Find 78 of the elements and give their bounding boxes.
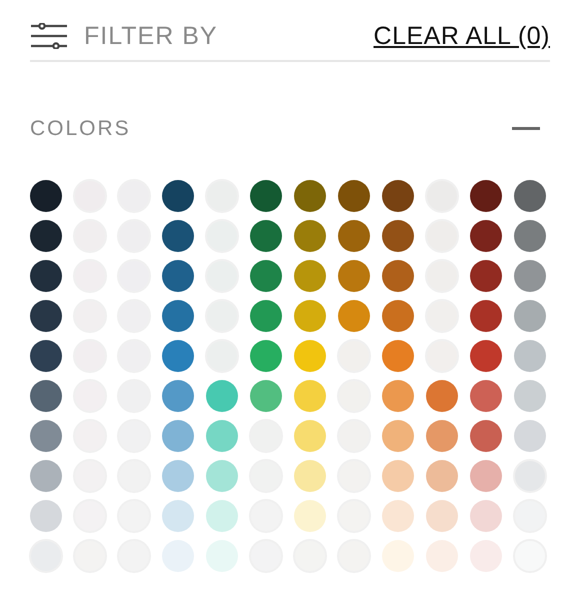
minus-icon [512,126,540,130]
color-swatch[interactable] [426,540,458,572]
color-swatch[interactable] [338,220,370,252]
color-swatch[interactable] [250,300,282,332]
color-swatch[interactable] [294,420,326,452]
color-swatch[interactable] [294,260,326,292]
color-swatch[interactable] [338,180,370,212]
color-swatch[interactable] [426,420,458,452]
color-swatch[interactable] [470,220,502,252]
color-swatch[interactable] [470,180,502,212]
color-swatch[interactable] [162,220,194,252]
color-swatch[interactable] [294,380,326,412]
color-swatch[interactable] [514,220,546,252]
color-swatch[interactable] [514,260,546,292]
color-swatch[interactable] [382,260,414,292]
color-swatch[interactable] [250,180,282,212]
color-swatch[interactable] [30,460,62,492]
color-swatch[interactable] [514,300,546,332]
color-swatch[interactable] [514,380,546,412]
color-swatch[interactable] [30,340,62,372]
color-swatch[interactable] [30,380,62,412]
filter-title: FILTER BY [84,24,218,48]
color-swatch[interactable] [294,500,326,532]
color-swatch[interactable] [162,300,194,332]
color-swatch[interactable] [470,500,502,532]
color-swatch[interactable] [294,460,326,492]
color-swatch[interactable] [470,460,502,492]
color-swatch[interactable] [30,500,62,532]
section-title: COLORS [30,118,131,138]
color-swatch[interactable] [206,460,238,492]
color-swatch[interactable] [382,380,414,412]
color-swatch[interactable] [382,500,414,532]
color-swatch[interactable] [250,220,282,252]
color-swatch[interactable] [513,459,547,493]
color-swatch[interactable] [382,420,414,452]
color-swatch[interactable] [514,180,546,212]
color-swatch[interactable] [294,300,326,332]
color-swatch[interactable] [30,180,62,212]
color-swatch[interactable] [338,260,370,292]
color-swatch[interactable] [382,540,414,572]
color-swatch[interactable] [250,380,282,412]
filter-icon [30,23,68,49]
color-swatch[interactable] [514,340,546,372]
color-swatch[interactable] [30,420,62,452]
color-swatch[interactable] [162,420,194,452]
color-swatch[interactable] [426,500,458,532]
color-swatch[interactable] [250,340,282,372]
color-swatch[interactable] [382,220,414,252]
color-swatch[interactable] [426,380,458,412]
color-swatch[interactable] [206,500,238,532]
color-swatch[interactable] [514,420,546,452]
color-swatch[interactable] [30,260,62,292]
color-swatch[interactable] [162,380,194,412]
color-swatch[interactable] [470,380,502,412]
color-swatch[interactable] [250,260,282,292]
color-swatch[interactable] [206,380,238,412]
color-swatch[interactable] [162,260,194,292]
color-swatch[interactable] [470,340,502,372]
color-swatch[interactable] [382,340,414,372]
color-swatch[interactable] [382,180,414,212]
color-swatch[interactable] [294,340,326,372]
color-swatch[interactable] [338,300,370,332]
color-swatch[interactable] [162,500,194,532]
color-swatch[interactable] [382,300,414,332]
clear-all-link[interactable]: CLEAR ALL (0) [374,24,550,48]
color-swatch[interactable] [426,460,458,492]
color-swatch[interactable] [470,300,502,332]
color-swatch[interactable] [206,420,238,452]
color-swatch[interactable] [162,340,194,372]
color-swatch[interactable] [30,300,62,332]
color-swatch[interactable] [294,180,326,212]
color-swatch[interactable] [294,220,326,252]
color-swatch[interactable] [162,180,194,212]
color-swatch[interactable] [30,220,62,252]
color-swatch[interactable] [470,420,502,452]
color-swatch[interactable] [470,260,502,292]
color-swatch[interactable] [162,460,194,492]
color-swatch[interactable] [382,460,414,492]
